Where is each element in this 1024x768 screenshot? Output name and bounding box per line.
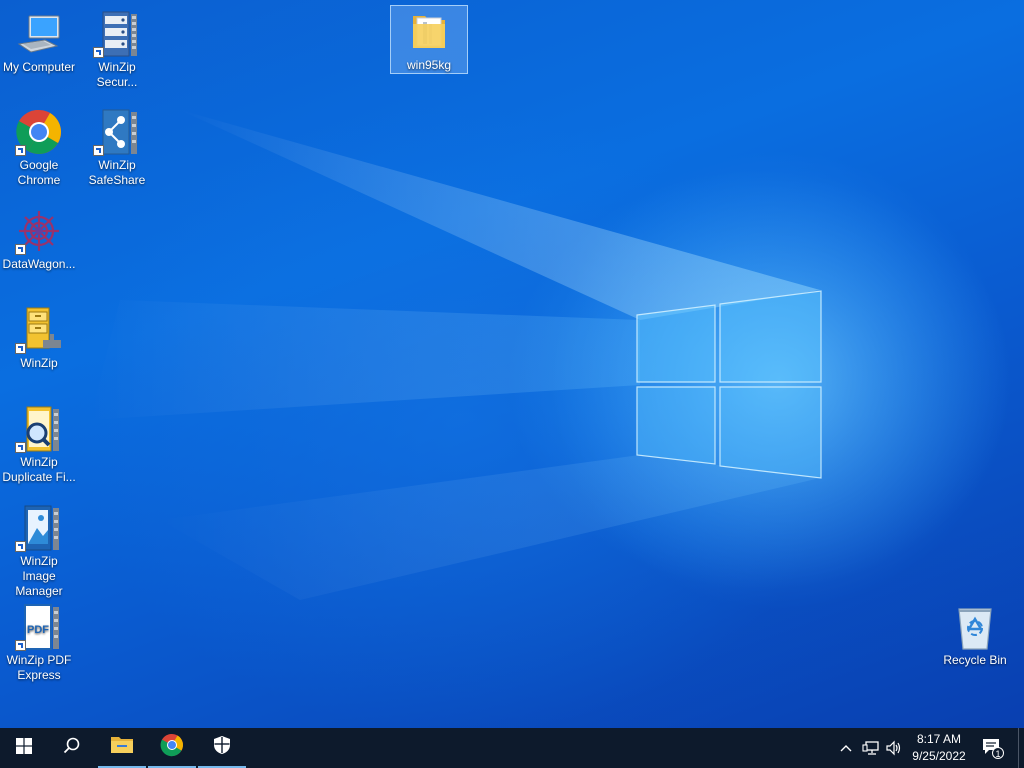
shortcut-arrow-icon xyxy=(15,343,26,354)
desktop-icon-winzip-safeshare[interactable]: WinZip SafeShare xyxy=(78,106,156,188)
shortcut-arrow-icon xyxy=(93,47,104,58)
desktop-wallpaper: My Computer WinZip Secur... Google Chrom… xyxy=(0,0,1024,728)
shortcut-arrow-icon xyxy=(93,145,104,156)
computer-icon xyxy=(15,10,63,58)
desktop-icon-winzip-duplicate-finder[interactable]: WinZip Duplicate Fi... xyxy=(0,403,78,485)
clock-date: 9/25/2022 xyxy=(912,749,966,763)
action-center-button[interactable]: 1 xyxy=(982,738,1004,759)
winzip-secure-icon xyxy=(93,10,141,58)
desktop-icon-winzip-image-manager[interactable]: WinZip Image Manager xyxy=(0,502,78,599)
desktop-icon-winzip[interactable]: WinZip xyxy=(0,304,78,371)
recycle-bin-icon xyxy=(951,603,999,651)
desktop-icon-label: WinZip SafeShare xyxy=(88,158,146,187)
shortcut-arrow-icon xyxy=(15,145,26,156)
svg-text:PDF: PDF xyxy=(27,624,49,636)
datawagon-icon xyxy=(15,207,63,255)
shield-icon xyxy=(213,735,231,760)
chrome-icon xyxy=(15,108,63,156)
folder-icon xyxy=(405,8,453,56)
volume-icon[interactable] xyxy=(884,738,904,758)
winzip-pdf-express-icon: PDF xyxy=(15,603,63,651)
desktop-icon-label: Google Chrome xyxy=(17,158,61,187)
desktop-icon-label: WinZip Image Manager xyxy=(15,554,63,598)
clock-time: 8:17 AM xyxy=(916,732,962,746)
chrome-icon xyxy=(160,733,184,762)
winzip-icon xyxy=(15,306,63,354)
desktop-icon-label: My Computer xyxy=(2,60,76,74)
desktop-icon-label: WinZip xyxy=(20,356,58,370)
notification-count-badge: 1 xyxy=(992,747,1004,759)
winzip-duplicate-finder-icon xyxy=(15,405,63,453)
winzip-image-manager-icon xyxy=(15,504,63,552)
search-button[interactable] xyxy=(48,728,96,768)
show-desktop-button[interactable] xyxy=(1018,728,1024,768)
desktop-icon-winzip-pdf-express[interactable]: PDF WinZip PDF Express xyxy=(0,601,78,683)
folder-icon xyxy=(110,735,134,760)
desktop-icon-label: Recycle Bin xyxy=(943,653,1007,667)
shortcut-arrow-icon xyxy=(15,541,26,552)
shortcut-arrow-icon xyxy=(15,442,26,453)
search-icon xyxy=(63,737,81,760)
desktop-icon-label: WinZip Secur... xyxy=(96,60,138,89)
taskbar-windows-security[interactable] xyxy=(198,728,246,768)
taskbar: 8:17 AM 9/25/2022 1 xyxy=(0,728,1024,768)
notification-icon: 1 xyxy=(982,738,1004,759)
taskbar-google-chrome[interactable] xyxy=(148,728,196,768)
shortcut-arrow-icon xyxy=(15,244,26,255)
desktop-icon-label: DataWagon... xyxy=(2,257,76,271)
desktop-icon-label: WinZip PDF Express xyxy=(6,653,72,682)
desktop-icon-datawagon[interactable]: DataWagon... xyxy=(0,205,78,272)
winzip-safeshare-icon xyxy=(93,108,141,156)
network-icon[interactable] xyxy=(861,738,881,758)
shortcut-arrow-icon xyxy=(15,640,26,651)
chevron-up-icon[interactable] xyxy=(836,738,856,758)
desktop-icon-my-computer[interactable]: My Computer xyxy=(0,8,78,75)
desktop-icon-winzip-secure[interactable]: WinZip Secur... xyxy=(78,8,156,90)
desktop-icon-label: win95kg xyxy=(406,58,452,72)
windows-logo-icon xyxy=(16,737,32,759)
desktop-icon-google-chrome[interactable]: Google Chrome xyxy=(0,106,78,188)
desktop-icon-win95kg-folder[interactable]: win95kg xyxy=(390,5,468,74)
taskbar-clock[interactable]: 8:17 AM 9/25/2022 xyxy=(906,731,972,765)
desktop-icon-label: WinZip Duplicate Fi... xyxy=(2,455,76,484)
start-button[interactable] xyxy=(0,728,48,768)
desktop-icon-recycle-bin[interactable]: Recycle Bin xyxy=(936,601,1014,668)
taskbar-file-explorer[interactable] xyxy=(98,728,146,768)
